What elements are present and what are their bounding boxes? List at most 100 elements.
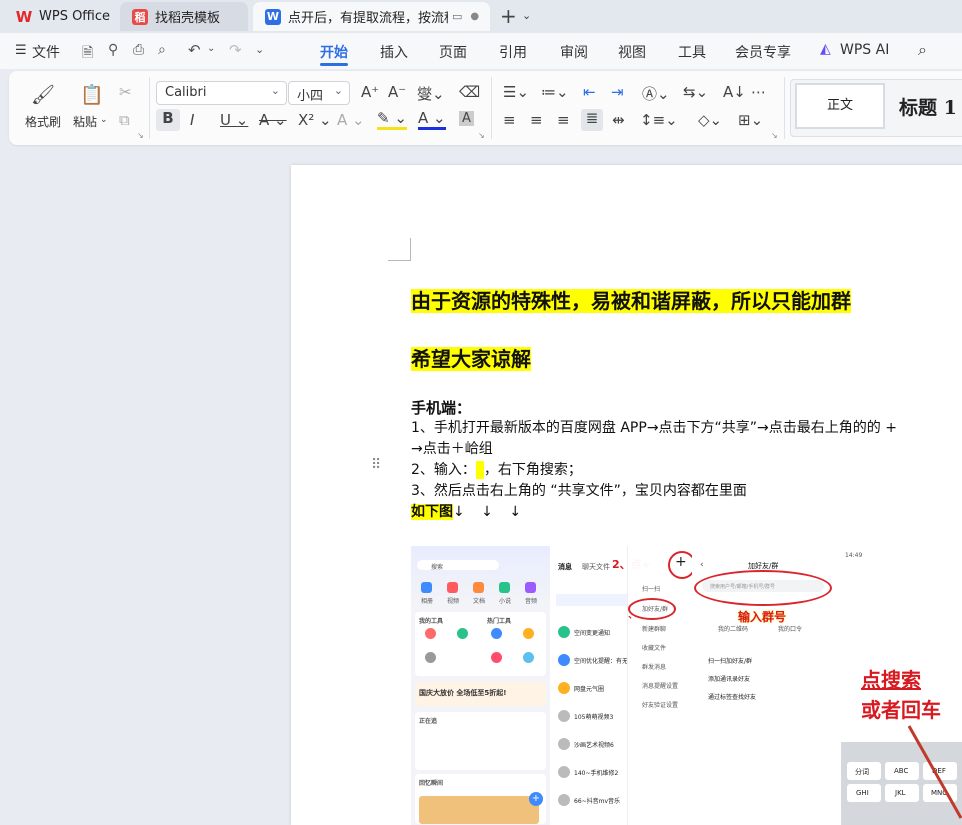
dialog-launcher-icon[interactable]: ↘ <box>771 131 778 140</box>
share-icon[interactable]: ⚲ <box>108 42 118 58</box>
font-color-icon[interactable]: A ⌄ <box>418 109 446 130</box>
undo-dropdown-icon[interactable]: ⌄ <box>207 43 215 54</box>
back-icon: ‹ <box>700 560 704 570</box>
menu-home[interactable]: 开始 <box>320 42 348 62</box>
phone-screen-plus-menu: + 扫一扫 加好友/群 3、 新建群聊 收藏文件 群发消息 消息提醒设置 好友验… <box>627 546 692 825</box>
clear-format-icon[interactable]: ⌫ <box>459 83 480 101</box>
doc-line-1[interactable]: 1、手机打开最新版本的百度网盘 APP→点击下方“共享”→点击最右上角的的 + <box>411 417 897 437</box>
text-direction-icon[interactable]: Ⓐ⌄ <box>642 83 670 104</box>
screen-icon[interactable]: ▭ <box>452 10 462 23</box>
borders-icon[interactable]: ⊞⌄ <box>738 111 763 129</box>
menu-file[interactable]: 文件 <box>32 42 60 62</box>
menu-tools[interactable]: 工具 <box>678 42 706 62</box>
undo-icon[interactable]: ↶ <box>188 41 201 59</box>
paste-icon[interactable]: 📋 <box>80 83 104 106</box>
chevron-down-icon[interactable]: ⌄ <box>522 9 531 22</box>
grow-font-icon[interactable]: A⁺ <box>361 83 379 101</box>
copy-icon[interactable]: ⧉ <box>119 111 130 129</box>
phone-screen-keyboard: 14:49 点搜索 或者回车 分词 ABC DEF GHI JKL MNO <box>841 546 962 825</box>
underline-icon[interactable]: U ⌄ <box>220 111 248 129</box>
print-preview-icon[interactable]: ⌕ <box>158 42 166 58</box>
doc-line-3[interactable]: 3、然后点击右上角的 “共享文件”，宝贝内容都在里面 <box>411 480 747 500</box>
blank-highlight <box>475 461 484 479</box>
text-effect-icon[interactable]: A ⌄ <box>337 111 365 129</box>
sort-icon[interactable]: A↓ <box>723 83 746 101</box>
tab-docer-templates[interactable]: 稻 找稻壳模板 <box>120 2 248 31</box>
search-circle-annotation <box>694 570 832 606</box>
increase-indent-icon[interactable]: ⇥ <box>611 83 624 101</box>
doc-mobile-title[interactable]: 手机端： <box>411 397 471 418</box>
doc-line-1b[interactable]: →点击＋峆组 <box>411 438 493 458</box>
tool-icon <box>523 628 534 639</box>
print-icon[interactable]: ⎙ <box>133 42 144 58</box>
justify-icon[interactable]: ≣ <box>581 109 603 131</box>
menu-wps-ai[interactable]: WPS AI <box>840 42 889 58</box>
numbered-list-icon[interactable]: ≔⌄ <box>541 83 569 101</box>
doc-see-below[interactable]: 如下图↓ ↓ ↓ <box>411 501 527 521</box>
chinese-layout-icon[interactable]: ⇆⌄ <box>683 83 708 101</box>
menu-view[interactable]: 视图 <box>618 42 646 62</box>
strikethrough-icon[interactable]: A ⌄ <box>259 111 287 129</box>
hamburger-icon[interactable]: ☰ <box>15 43 27 58</box>
message-row: 空间变更通知 <box>574 630 611 637</box>
line-spacing-icon[interactable]: ↕≡⌄ <box>640 111 678 129</box>
menu-option: 收藏文件 <box>642 645 667 652</box>
doc-line-2[interactable]: 2、输入： ，右下角搜索； <box>411 459 582 479</box>
font-name-value: Calibri <box>165 85 207 100</box>
menu-page[interactable]: 页面 <box>439 42 467 62</box>
message-row: 网盘元气圈 <box>574 686 605 693</box>
font-name-select[interactable]: Calibri ⌄ <box>156 81 287 105</box>
search-icon[interactable]: ⌕ <box>918 40 927 60</box>
shading-icon[interactable]: ◇⌄ <box>698 111 722 129</box>
paste-dropdown-icon[interactable]: ⌄ <box>100 115 108 125</box>
drag-handle-icon[interactable]: ⠿ <box>371 457 381 473</box>
menu-review[interactable]: 审阅 <box>560 42 588 62</box>
menu-references[interactable]: 引用 <box>499 42 527 62</box>
distribute-icon[interactable]: ⇹ <box>612 111 625 129</box>
doc-heading-1[interactable]: 由于资源的特殊性，易被和谐屏蔽，所以只能加群 <box>411 285 851 314</box>
doc-heading-2[interactable]: 希望大家谅解 <box>411 343 531 372</box>
highlight-icon[interactable]: ✎ ⌄ <box>377 109 407 130</box>
tab-current-document[interactable]: W 点开后，有提取流程，按流程 ▭ ● <box>253 2 490 31</box>
font-size-select[interactable]: 小四 ⌄ <box>288 81 350 105</box>
tab-label: 点开后，有提取流程，按流程 <box>288 11 448 26</box>
align-left-icon[interactable]: ≡ <box>503 111 516 129</box>
phonetic-guide-icon[interactable]: 燮⌄ <box>417 83 445 104</box>
wps-logo-icon: W <box>15 7 33 26</box>
dialog-launcher-icon[interactable]: ↘ <box>137 131 144 140</box>
tool-icon <box>425 628 436 639</box>
bold-icon[interactable]: B <box>156 109 180 131</box>
character-shading-icon[interactable]: A <box>459 111 474 126</box>
align-right-icon[interactable]: ≡ <box>557 111 570 129</box>
decrease-indent-icon[interactable]: ⇤ <box>583 83 596 101</box>
menu-insert[interactable]: 插入 <box>380 42 408 62</box>
align-center-icon[interactable]: ≡ <box>530 111 543 129</box>
save-icon[interactable]: 🗎 <box>82 42 93 66</box>
new-tab-icon[interactable]: + <box>500 4 517 28</box>
format-painter-icon[interactable]: 🖌 <box>31 83 55 106</box>
paste-label[interactable]: 粘贴 <box>73 113 97 130</box>
message-row: 空间优化提醒：有无 <box>574 658 629 665</box>
style-normal[interactable]: 正文 <box>795 83 885 129</box>
wps-ai-icon[interactable]: ◭ <box>820 41 831 57</box>
format-painter-label[interactable]: 格式刷 <box>25 113 61 130</box>
message-row: 140~手机维修2 <box>574 770 619 777</box>
tab-dot-icon[interactable]: ● <box>470 11 479 22</box>
token-option: 我的口令 <box>778 626 803 633</box>
menu-member[interactable]: 会员专享 <box>735 42 791 62</box>
more-chevron-icon[interactable]: ⌄ <box>255 43 264 56</box>
redo-icon[interactable]: ↷ <box>229 41 242 59</box>
cut-icon[interactable]: ✂ <box>119 83 132 101</box>
dialog-launcher-icon[interactable]: ↘ <box>478 131 485 140</box>
search-hint-annotation: 点搜索 <box>861 668 921 692</box>
embedded-screenshot[interactable]: 搜索 相册 视频 文档 小说 音频 我的工具 热门工具 国庆大放价 全场低至5折… <box>411 546 962 825</box>
app-label: 文档 <box>473 598 486 605</box>
superscript-icon[interactable]: X² ⌄ <box>298 111 332 129</box>
style-heading-1[interactable]: 标题 1 <box>899 93 957 120</box>
tab-wps-office[interactable]: W WPS Office <box>4 2 114 31</box>
italic-icon[interactable]: I <box>190 111 194 129</box>
shrink-font-icon[interactable]: A⁻ <box>388 83 406 101</box>
show-marks-icon[interactable]: ⋯ <box>751 83 766 101</box>
promo-text: 国庆大放价 全场低至5折起! <box>419 689 507 697</box>
bullet-list-icon[interactable]: ☰⌄ <box>503 83 529 101</box>
